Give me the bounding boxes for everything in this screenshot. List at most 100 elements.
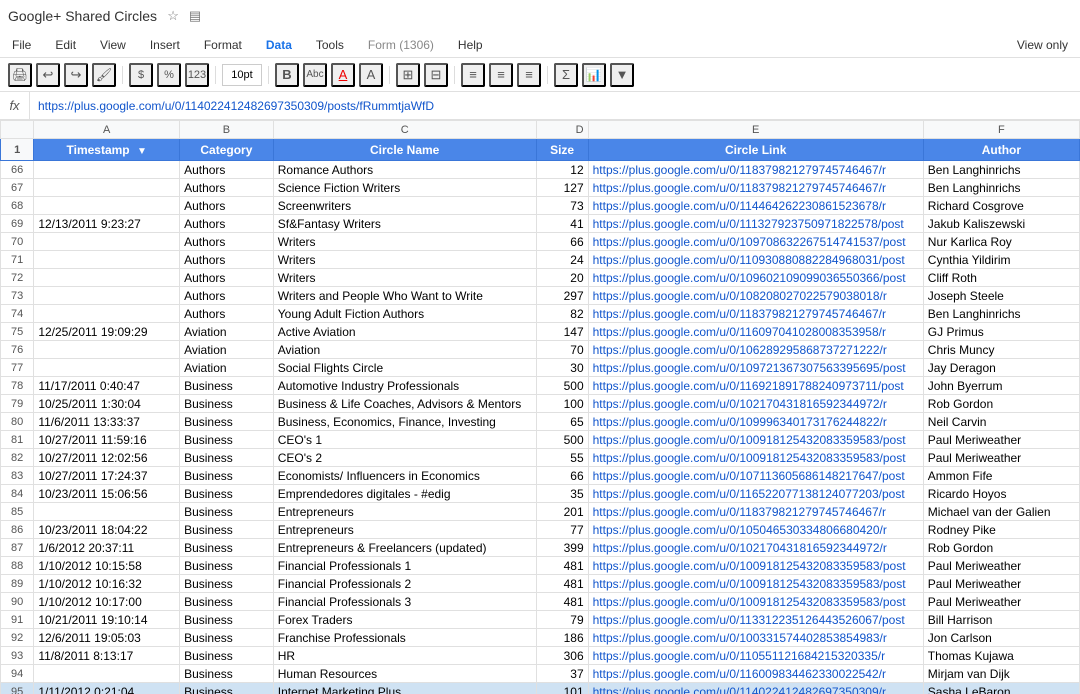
cell-size[interactable]: 500 <box>536 377 588 395</box>
cell-link[interactable]: https://plus.google.com/u/0/110551121684… <box>588 647 923 665</box>
cell-timestamp[interactable] <box>34 161 180 179</box>
cell-category[interactable]: Aviation <box>180 323 274 341</box>
cell-circlename[interactable]: Young Adult Fiction Authors <box>273 305 536 323</box>
circle-link[interactable]: https://plus.google.com/u/0/110930880882… <box>593 253 905 267</box>
header-timestamp[interactable]: Timestamp ▼ <box>34 139 180 161</box>
cell-circlename[interactable]: Forex Traders <box>273 611 536 629</box>
cell-author[interactable]: Bill Harrison <box>923 611 1079 629</box>
cell-category[interactable]: Authors <box>180 251 274 269</box>
cell-category[interactable]: Authors <box>180 197 274 215</box>
cell-timestamp[interactable]: 1/11/2012 0:21:04 <box>34 683 180 694</box>
cell-author[interactable]: Ben Langhinrichs <box>923 161 1079 179</box>
cell-size[interactable]: 66 <box>536 467 588 485</box>
cell-link[interactable]: https://plus.google.com/u/0/100918125432… <box>588 449 923 467</box>
spreadsheet[interactable]: A B C D E F 1 Timestamp ▼ Category Circl… <box>0 120 1080 694</box>
circle-link[interactable]: https://plus.google.com/u/0/105046530334… <box>593 523 887 537</box>
header-size[interactable]: Size <box>536 139 588 161</box>
folder-icon[interactable]: ▤ <box>187 8 203 24</box>
cell-timestamp[interactable]: 10/23/2011 15:06:56 <box>34 485 180 503</box>
cell-circlename[interactable]: Internet Marketing Plus <box>273 683 536 694</box>
cell-category[interactable]: Authors <box>180 233 274 251</box>
cell-size[interactable]: 481 <box>536 557 588 575</box>
cell-link[interactable]: https://plus.google.com/u/0/118379821279… <box>588 503 923 521</box>
cell-author[interactable]: Ammon Fife <box>923 467 1079 485</box>
circle-link[interactable]: https://plus.google.com/u/0/108208027022… <box>593 289 887 303</box>
redo-btn[interactable]: ↪ <box>64 63 88 87</box>
cell-timestamp[interactable] <box>34 503 180 521</box>
cell-timestamp[interactable]: 12/13/2011 9:23:27 <box>34 215 180 233</box>
cell-author[interactable]: Michael van der Galien <box>923 503 1079 521</box>
number-format-btn[interactable]: 123 <box>185 63 209 87</box>
cell-size[interactable]: 24 <box>536 251 588 269</box>
cell-size[interactable]: 12 <box>536 161 588 179</box>
cell-timestamp[interactable]: 10/27/2011 12:02:56 <box>34 449 180 467</box>
cell-category[interactable]: Business <box>180 449 274 467</box>
align-right-btn[interactable]: ≡ <box>517 63 541 87</box>
cell-category[interactable]: Authors <box>180 215 274 233</box>
cell-link[interactable]: https://plus.google.com/u/0/116009834462… <box>588 665 923 683</box>
highlight-btn[interactable]: A <box>359 63 383 87</box>
col-header-f[interactable]: F <box>923 121 1079 139</box>
cell-author[interactable]: Paul Meriweather <box>923 593 1079 611</box>
formula-input[interactable] <box>30 99 1080 113</box>
menu-insert[interactable]: Insert <box>146 36 184 54</box>
cell-link[interactable]: https://plus.google.com/u/0/113312235126… <box>588 611 923 629</box>
cell-circlename[interactable]: Sf&Fantasy Writers <box>273 215 536 233</box>
filter-btn[interactable]: ▼ <box>610 63 634 87</box>
cell-size[interactable]: 186 <box>536 629 588 647</box>
cell-author[interactable]: Neil Carvin <box>923 413 1079 431</box>
cell-category[interactable]: Business <box>180 467 274 485</box>
circle-link[interactable]: https://plus.google.com/u/0/102170431816… <box>593 541 887 555</box>
cell-link[interactable]: https://plus.google.com/u/0/100331574402… <box>588 629 923 647</box>
header-circlelink[interactable]: Circle Link <box>588 139 923 161</box>
cell-link[interactable]: https://plus.google.com/u/0/116921891788… <box>588 377 923 395</box>
cell-category[interactable]: Business <box>180 395 274 413</box>
cell-timestamp[interactable] <box>34 287 180 305</box>
cell-link[interactable]: https://plus.google.com/u/0/102170431816… <box>588 539 923 557</box>
cell-timestamp[interactable]: 1/6/2012 20:37:11 <box>34 539 180 557</box>
cell-size[interactable]: 306 <box>536 647 588 665</box>
circle-link[interactable]: https://plus.google.com/u/0/116921891788… <box>593 379 904 393</box>
cell-category[interactable]: Business <box>180 557 274 575</box>
border-btn[interactable]: ⊞ <box>396 63 420 87</box>
cell-timestamp[interactable]: 11/17/2011 0:40:47 <box>34 377 180 395</box>
cell-link[interactable]: https://plus.google.com/u/0/109721367307… <box>588 359 923 377</box>
cell-circlename[interactable]: Writers <box>273 251 536 269</box>
cell-author[interactable]: Ricardo Hoyos <box>923 485 1079 503</box>
cell-circlename[interactable]: Screenwriters <box>273 197 536 215</box>
cell-size[interactable]: 201 <box>536 503 588 521</box>
print-btn[interactable]: 🖨 <box>8 63 32 87</box>
menu-view[interactable]: View <box>96 36 130 54</box>
cell-size[interactable]: 79 <box>536 611 588 629</box>
cell-timestamp[interactable] <box>34 305 180 323</box>
cell-circlename[interactable]: Writers <box>273 233 536 251</box>
cell-link[interactable]: https://plus.google.com/u/0/114022412482… <box>588 683 923 694</box>
circle-link[interactable]: https://plus.google.com/u/0/100918125432… <box>593 451 906 465</box>
cell-link[interactable]: https://plus.google.com/u/0/118379821279… <box>588 305 923 323</box>
cell-author[interactable]: Sasha LeBaron <box>923 683 1079 694</box>
cell-size[interactable]: 127 <box>536 179 588 197</box>
cell-circlename[interactable]: Aviation <box>273 341 536 359</box>
cell-link[interactable]: https://plus.google.com/u/0/118379821279… <box>588 161 923 179</box>
cell-circlename[interactable]: Romance Authors <box>273 161 536 179</box>
cell-author[interactable]: Mirjam van Dijk <box>923 665 1079 683</box>
cell-size[interactable]: 297 <box>536 287 588 305</box>
cell-category[interactable]: Aviation <box>180 341 274 359</box>
cell-link[interactable]: https://plus.google.com/u/0/114464262230… <box>588 197 923 215</box>
circle-link[interactable]: https://plus.google.com/u/0/109721367307… <box>593 361 906 375</box>
cell-size[interactable]: 55 <box>536 449 588 467</box>
cell-category[interactable]: Authors <box>180 161 274 179</box>
cell-link[interactable]: https://plus.google.com/u/0/100918125432… <box>588 431 923 449</box>
circle-link[interactable]: https://plus.google.com/u/0/110551121684… <box>593 649 885 663</box>
cell-link[interactable]: https://plus.google.com/u/0/109708632267… <box>588 233 923 251</box>
circle-link[interactable]: https://plus.google.com/u/0/111327923750… <box>593 217 904 231</box>
cell-author[interactable]: Cynthia Yildirim <box>923 251 1079 269</box>
cell-circlename[interactable]: Entrepreneurs <box>273 521 536 539</box>
cell-circlename[interactable]: Active Aviation <box>273 323 536 341</box>
cell-circlename[interactable]: CEO's 2 <box>273 449 536 467</box>
cell-timestamp[interactable]: 10/25/2011 1:30:04 <box>34 395 180 413</box>
cell-size[interactable]: 30 <box>536 359 588 377</box>
cell-author[interactable]: Jay Deragon <box>923 359 1079 377</box>
col-header-d[interactable]: D <box>536 121 588 139</box>
cell-circlename[interactable]: HR <box>273 647 536 665</box>
